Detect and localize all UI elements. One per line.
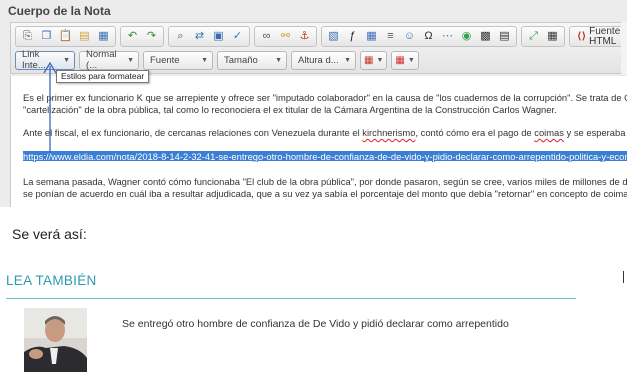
special-char-icon[interactable]: Ω bbox=[420, 28, 437, 45]
selected-link-url[interactable]: https://www.eldia.com/nota/2018-8-14-2-3… bbox=[23, 151, 627, 162]
misspelled-word[interactable]: coimas bbox=[534, 127, 564, 138]
chevron-down-icon: ▼ bbox=[63, 56, 70, 64]
paragraph-2-text-c: y se esperaba que bbox=[566, 127, 627, 138]
chevron-down-icon: ▼ bbox=[127, 56, 134, 64]
chevron-down-icon: ▼ bbox=[275, 56, 282, 64]
size-combo-label: Tamaño bbox=[224, 54, 258, 66]
edge-mark bbox=[623, 271, 624, 283]
article-title[interactable]: Se entregó otro hombre de confianza de D… bbox=[122, 318, 509, 330]
size-combo[interactable]: Tamaño ▼ bbox=[217, 50, 287, 70]
article-thumbnail[interactable] bbox=[24, 308, 87, 372]
paragraph-4-line-2: se ponían de acuerdo en cuál iba a resul… bbox=[23, 188, 627, 199]
select-all-icon[interactable]: ▣ bbox=[210, 28, 227, 45]
template-icon[interactable]: ▤ bbox=[496, 28, 513, 45]
preview-caption: Se verá así: bbox=[12, 226, 87, 242]
paragraph-2: Ante el fiscal, el ex funcionario, de ce… bbox=[23, 127, 627, 139]
toolbar-row-2: Link Inte... ▼ Normal (... ▼ Fuente ▼ Tamaño ▼ A… bbox=[15, 49, 423, 71]
toolbar-group: ⤢ ▦ bbox=[521, 26, 565, 47]
font-combo[interactable]: Fuente ▼ bbox=[143, 50, 213, 70]
unlink-icon[interactable]: ⚯ bbox=[277, 28, 294, 45]
related-article-link[interactable]: Se entregó otro hombre de confianza de D… bbox=[24, 308, 584, 372]
text-color-button[interactable]: ▦ ▼ bbox=[360, 50, 388, 70]
page-break-icon[interactable]: ⋯ bbox=[439, 28, 456, 45]
format-styles-tooltip: Estilos para formatear bbox=[56, 70, 150, 83]
table-icon[interactable]: ▦ bbox=[363, 28, 380, 45]
line-height-combo-label: Altura d... bbox=[298, 54, 339, 66]
paragraph-4-line-1: La semana pasada, Wagner contó cómo func… bbox=[23, 176, 627, 187]
toolbar-row-1: ⎘ ❐ 📋 ▤ ▦ ↶ ↷ ⌕ ⇄ ▣ ✓ ∞ ⚯ ⚓ ▧ ƒ ▦ ≡ ☺ Ω ⋯ ◉ ▩ ▤ ⤢ ▦ ⟨⟩ Fuente HTML bbox=[15, 26, 627, 47]
background-color-button[interactable]: ▦ ▼ bbox=[391, 50, 419, 70]
toolbar-group: ▧ ƒ ▦ ≡ ☺ Ω ⋯ ◉ ▩ ▤ bbox=[321, 26, 517, 47]
toolbar-group: ⎘ ❐ 📋 ▤ ▦ bbox=[15, 26, 116, 47]
toolbar-group: ∞ ⚯ ⚓ bbox=[254, 26, 317, 47]
horizontal-rule-icon[interactable]: ≡ bbox=[382, 28, 399, 45]
editor-section-title: Cuerpo de la Nota bbox=[8, 4, 111, 18]
chevron-down-icon: ▼ bbox=[201, 56, 208, 64]
background-color-icon: ▦ bbox=[395, 54, 405, 66]
paste-text-icon[interactable]: ▤ bbox=[76, 28, 93, 45]
paste-icon[interactable]: 📋 bbox=[57, 28, 74, 45]
source-html-label: Fuente HTML bbox=[589, 25, 621, 47]
editor-toolbar: ⎘ ❐ 📋 ▤ ▦ ↶ ↷ ⌕ ⇄ ▣ ✓ ∞ ⚯ ⚓ ▧ ƒ ▦ ≡ ☺ Ω ⋯ ◉ ▩ ▤ ⤢ ▦ ⟨⟩ Fuente HTML … bbox=[10, 22, 627, 74]
link-combo[interactable]: Link Inte... ▼ bbox=[15, 49, 75, 71]
paragraph-2-text-a: Ante el fiscal, el ex funcionario, de ce… bbox=[23, 127, 363, 138]
lea-tambien-heading: LEA TAMBIÉN bbox=[6, 273, 97, 288]
media-icon[interactable]: ▩ bbox=[477, 28, 494, 45]
heading-divider bbox=[6, 298, 576, 299]
toolbar-group: ⌕ ⇄ ▣ ✓ bbox=[168, 26, 250, 47]
paragraph-2-text-b: , contó cómo era el pago de bbox=[415, 127, 535, 138]
source-code-icon[interactable]: ⎘ bbox=[19, 28, 36, 45]
chevron-down-icon: ▼ bbox=[344, 56, 351, 64]
find-icon[interactable]: ⌕ bbox=[172, 28, 189, 45]
smiley-icon[interactable]: ☺ bbox=[401, 28, 418, 45]
chevron-down-icon: ▼ bbox=[407, 56, 415, 64]
anchor-icon[interactable]: ⚓ bbox=[296, 28, 313, 45]
misspelled-word[interactable]: kirchnerismo bbox=[362, 127, 415, 138]
flash-icon[interactable]: ƒ bbox=[344, 28, 361, 45]
paragraph-1-line-1: Es el primer ex funcionario K que se arr… bbox=[23, 92, 627, 103]
source-html-icon: ⟨⟩ bbox=[577, 30, 587, 42]
toolbar-edge bbox=[621, 22, 627, 74]
image-icon[interactable]: ▧ bbox=[325, 28, 342, 45]
source-html-button[interactable]: ⟨⟩ Fuente HTML bbox=[573, 25, 624, 47]
undo-icon[interactable]: ↶ bbox=[124, 28, 141, 45]
line-height-combo[interactable]: Altura d... ▼ bbox=[291, 50, 356, 70]
rich-text-editor: Cuerpo de la Nota ⎘ ❐ 📋 ▤ ▦ ↶ ↷ ⌕ ⇄ ▣ ✓ ∞ ⚯ ⚓ ▧ ƒ ▦ ≡ ☺ Ω ⋯ ◉… bbox=[0, 0, 627, 207]
article-thumbnail-image bbox=[24, 308, 87, 372]
copy-icon[interactable]: ❐ bbox=[38, 28, 55, 45]
text-color-icon: ▦ bbox=[364, 54, 374, 66]
iframe-icon[interactable]: ◉ bbox=[458, 28, 475, 45]
spellcheck-icon[interactable]: ✓ bbox=[229, 28, 246, 45]
maximize-icon[interactable]: ⤢ bbox=[525, 28, 542, 45]
replace-icon[interactable]: ⇄ bbox=[191, 28, 208, 45]
redo-icon[interactable]: ↷ bbox=[143, 28, 160, 45]
toolbar-group: ⟨⟩ Fuente HTML bbox=[569, 26, 627, 47]
format-combo[interactable]: Normal (... ▼ bbox=[79, 49, 139, 71]
show-blocks-icon[interactable]: ▦ bbox=[544, 28, 561, 45]
toolbar-group: ↶ ↷ bbox=[120, 26, 164, 47]
link-icon[interactable]: ∞ bbox=[258, 28, 275, 45]
selected-link-paragraph[interactable]: https://www.eldia.com/nota/2018-8-14-2-3… bbox=[23, 151, 627, 163]
paragraph-1-line-2: "cartelización" de la obra pública, tal … bbox=[23, 104, 557, 115]
link-combo-label: Link Inte... bbox=[22, 49, 46, 71]
paste-word-icon[interactable]: ▦ bbox=[95, 28, 112, 45]
format-combo-label: Normal (... bbox=[86, 49, 117, 71]
font-combo-label: Fuente bbox=[150, 54, 180, 66]
editor-content-area[interactable]: Es el primer ex funcionario K que se arr… bbox=[10, 76, 627, 207]
chevron-down-icon: ▼ bbox=[376, 56, 384, 64]
combo-group: Link Inte... ▼ Normal (... ▼ Fuente ▼ Tamaño ▼ A… bbox=[15, 49, 360, 71]
